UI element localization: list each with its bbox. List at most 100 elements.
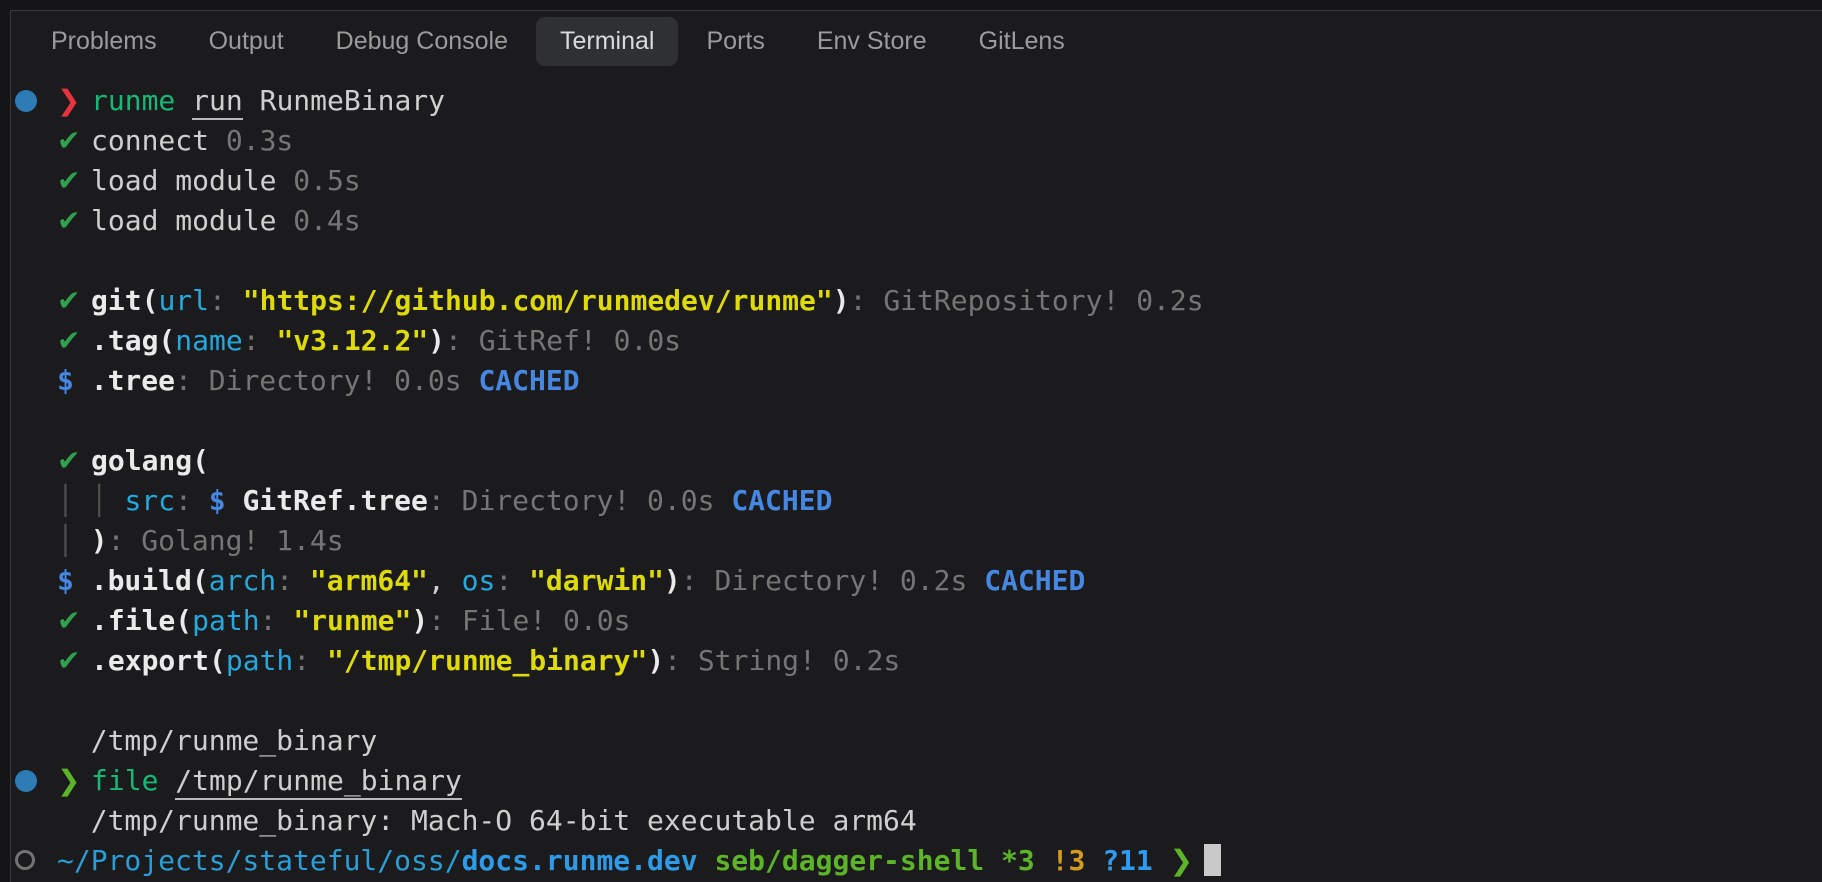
command-decoration-dot[interactable] <box>15 770 37 792</box>
terminal-text-segment: "v3.12.2" <box>276 324 429 357</box>
terminal-text-segment: ✔ <box>57 324 90 357</box>
terminal-text-segment: 0.3s <box>225 124 294 157</box>
terminal-text-segment: ✔ <box>57 644 90 677</box>
terminal-link[interactable]: run <box>192 84 243 120</box>
terminal-text-segment: ✔ <box>57 164 90 197</box>
terminal-text-segment: ?11 <box>1102 844 1170 877</box>
terminal-text-segment: , <box>427 564 462 597</box>
terminal-text-segment: .tree <box>90 364 176 397</box>
tab-ports[interactable]: Ports <box>682 17 788 66</box>
terminal-text-segment: ) <box>832 284 850 317</box>
terminal-text-segment: GitRef.tree <box>242 484 428 517</box>
terminal-text-segment: connect <box>91 124 226 157</box>
terminal-text-segment: Golang! 1.4s <box>141 524 344 557</box>
terminal-text-segment: "arm64" <box>309 564 428 597</box>
terminal-text-segment: : <box>175 364 209 397</box>
bottom-panel: Problems Output Debug Console Terminal Ports… <box>10 10 1822 882</box>
terminal-text-segment: CACHED <box>731 484 833 517</box>
terminal-text-segment: ❯ <box>57 764 91 797</box>
terminal-line: ❯ file /tmp/runme_binary <box>11 761 1822 801</box>
terminal-line: ✔ .tag(name: "v3.12.2"): GitRef! 0.0s <box>11 321 1822 361</box>
terminal-text-segment: src <box>124 484 176 517</box>
tab-env-store[interactable]: Env Store <box>793 17 951 66</box>
terminal-text-segment: CACHED <box>478 364 580 397</box>
terminal-text-segment: $ <box>57 564 91 597</box>
terminal-text-segment: ) <box>647 644 665 677</box>
terminal-text-segment: arch <box>208 564 277 597</box>
terminal-line: ~/Projects/stateful/oss/docs.runme.dev s… <box>11 841 1822 881</box>
terminal-text-segment: : <box>259 604 294 637</box>
terminal-text-segment: : <box>680 564 715 597</box>
terminal-text-segment: .build( <box>90 564 209 597</box>
terminal-line: ✔ connect 0.3s <box>11 121 1822 161</box>
terminal-text-segment: file <box>91 764 176 797</box>
terminal-text-segment: ) <box>411 604 429 637</box>
terminal-line: │ ): Golang! 1.4s <box>11 521 1822 561</box>
terminal-text-segment: ) <box>663 564 681 597</box>
terminal-text-segment: String! 0.2s <box>697 644 901 677</box>
tab-terminal[interactable]: Terminal <box>536 16 679 66</box>
terminal-text-segment: File! 0.0s <box>461 604 631 637</box>
terminal-line: ✔ load module 0.5s <box>11 161 1822 201</box>
terminal-text-segment: RunmeBinary <box>242 84 446 117</box>
terminal-link[interactable]: /tmp/runme_binary <box>175 764 462 800</box>
terminal-text-segment: $ <box>208 484 243 517</box>
terminal-text-segment: ❯ <box>57 84 91 117</box>
terminal-line: $ .tree: Directory! 0.0s CACHED <box>11 361 1822 401</box>
terminal-text-segment: : <box>495 564 530 597</box>
tab-debug-console[interactable]: Debug Console <box>312 17 532 66</box>
tab-output[interactable]: Output <box>185 17 308 66</box>
terminal-link[interactable]: docs.runme.dev <box>462 844 698 877</box>
terminal-text-segment: : <box>664 644 698 677</box>
terminal-text-segment: : <box>293 644 328 677</box>
terminal-link[interactable]: "https://github.com/runmedev/runme" <box>243 284 833 317</box>
terminal-text-segment: path <box>225 644 294 677</box>
tab-problems[interactable]: Problems <box>27 17 181 66</box>
terminal-text-segment: Directory! 0.0s <box>461 484 732 517</box>
terminal-text-segment: ✔ <box>57 204 90 237</box>
terminal-text-segment: "darwin" <box>529 564 664 597</box>
terminal-line: ✔ .export(path: "/tmp/runme_binary"): St… <box>11 641 1822 681</box>
terminal-line: ✔ git(url: "https://github.com/runmedev/… <box>11 281 1822 321</box>
terminal-text-segment: git( <box>91 284 159 317</box>
terminal-text-segment: "runme" <box>293 604 412 637</box>
terminal-text-segment: : <box>209 284 243 317</box>
terminal-text-segment: !3 <box>1051 844 1103 877</box>
terminal-text-segment: GitRepository! 0.2s <box>883 284 1204 317</box>
terminal-text-segment: name <box>175 324 243 357</box>
terminal-text-segment: seb/dagger-shell <box>714 844 1002 877</box>
terminal-text-segment: ~/Projects/stateful/oss/ <box>57 844 462 877</box>
terminal-text-segment: : <box>427 484 462 517</box>
tab-gitlens[interactable]: GitLens <box>955 17 1089 66</box>
terminal-text-segment: "/tmp/runme_binary" <box>327 644 648 677</box>
terminal-line: $ .build(arch: "arm64", os: "darwin"): D… <box>11 561 1822 601</box>
terminal-text-segment: │ │ <box>57 484 125 517</box>
terminal-text-segment: .tag( <box>91 324 176 357</box>
terminal-line: ✔ .file(path: "runme"): File! 0.0s <box>11 601 1822 641</box>
terminal-text-segment: /tmp/runme_binary <box>57 724 378 757</box>
terminal-text-segment: ✔ <box>57 444 90 477</box>
terminal-view[interactable]: ❯ runme run RunmeBinary ✔ connect 0.3s ✔ l… <box>11 81 1822 881</box>
command-decoration-dot[interactable] <box>15 90 37 112</box>
terminal-text-segment: 0.4s <box>293 204 361 237</box>
terminal-text-segment: ✔ <box>57 284 90 317</box>
terminal-text-segment: 0.5s <box>293 164 361 197</box>
terminal-text-segment: ❯ <box>1169 844 1203 877</box>
terminal-text-segment: : <box>445 324 479 357</box>
terminal-line: /tmp/runme_binary: Mach-O 64-bit executa… <box>11 801 1822 841</box>
terminal-text-segment: Directory! 0.0s <box>208 364 479 397</box>
terminal-line: /tmp/runme_binary <box>11 721 1822 761</box>
terminal-text-segment: CACHED <box>984 564 1086 597</box>
command-prompt-dot[interactable] <box>15 850 35 870</box>
terminal-text-segment: ) <box>428 324 446 357</box>
terminal-text-segment: path <box>192 604 260 637</box>
terminal-text-segment: ✔ <box>57 604 90 637</box>
terminal-text-segment: .file( <box>91 604 193 637</box>
terminal-text-segment: load module <box>91 164 294 197</box>
terminal-line: │ │ src: $ GitRef.tree: Directory! 0.0s … <box>11 481 1822 521</box>
terminal-text-segment: os <box>461 564 496 597</box>
